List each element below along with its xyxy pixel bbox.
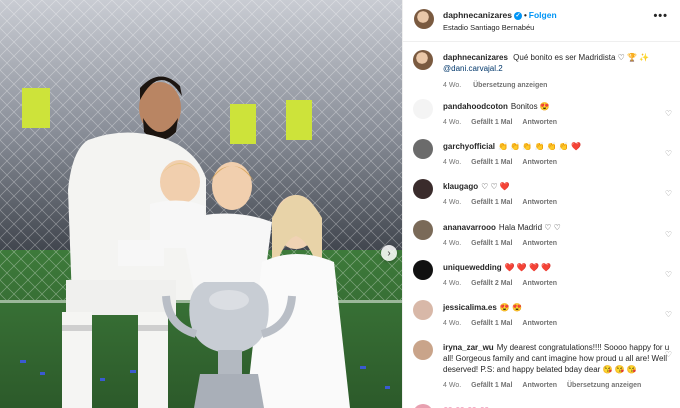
caption-emojis: ♡ 🏆 ✨: [617, 53, 650, 62]
reply-button[interactable]: Antworten: [522, 240, 557, 247]
comment-avatar[interactable]: [413, 220, 433, 240]
comment-time: 4 Wo.: [443, 320, 462, 327]
comment-username[interactable]: iryna_zar_wu: [443, 343, 494, 352]
separator-dot: •: [523, 11, 527, 20]
translate-button[interactable]: Übersetzung anzeigen: [567, 382, 641, 389]
comment-username[interactable]: garchyofficial: [443, 142, 495, 151]
post-side-panel: daphnecanizares ✓ • Folgen Estadio Santiago…: [402, 0, 680, 408]
comment-likes[interactable]: Gefällt 1 Mal: [471, 199, 512, 206]
comment-time: 4 Wo.: [443, 199, 462, 206]
comment-time: 4 Wo.: [443, 280, 462, 287]
reply-button[interactable]: Antworten: [522, 320, 557, 327]
heart-outline-icon[interactable]: ♡: [665, 270, 672, 279]
comment-time: 4 Wo.: [443, 240, 462, 247]
caption-avatar[interactable]: [413, 50, 433, 70]
comment-time: 4 Wo.: [443, 159, 462, 166]
heart-outline-icon[interactable]: ♡: [665, 350, 672, 359]
comment-meta: 4 Wo. Gefällt 2 Mal Antworten: [443, 278, 674, 289]
comment-time: 4 Wo.: [443, 382, 462, 389]
comment-avatar[interactable]: [413, 404, 433, 408]
comment-likes[interactable]: Gefällt 2 Mal: [471, 280, 512, 287]
comment-time: 4 Wo.: [443, 119, 462, 126]
caption-text: Qué bonito es ser Madridista: [513, 53, 616, 62]
reply-button[interactable]: Antworten: [522, 159, 557, 166]
comment-emojis: ♡ ♡: [544, 223, 561, 232]
comment-text: Hala Madrid: [498, 223, 543, 232]
post-header: daphnecanizares ✓ • Folgen Estadio Santiago…: [403, 0, 680, 42]
comment-meta: 4 Wo. Gefällt 1 Mal Antworten: [443, 238, 674, 249]
comment-username[interactable]: klaugago: [443, 182, 478, 191]
comment-username[interactable]: uniquewedding: [443, 263, 502, 272]
comment-username[interactable]: ananavarrooo: [443, 223, 496, 232]
reply-button[interactable]: Antworten: [522, 199, 557, 206]
comment-meta: 4 Wo. Gefällt 1 Mal Antworten: [443, 157, 674, 168]
reply-button[interactable]: Antworten: [522, 382, 557, 389]
comment-avatar[interactable]: [413, 340, 433, 360]
comment-meta: 4 Wo. Gefällt 1 Mal Antworten Übersetzung a…: [443, 380, 674, 391]
comment-meta: 4 Wo. Gefällt 1 Mal Antworten: [443, 117, 674, 128]
chevron-right-icon: ›: [387, 247, 391, 259]
comment-emojis: 😘 😘 😘: [602, 365, 637, 374]
comment-avatar[interactable]: [413, 179, 433, 199]
comment-emojis: 👏 👏 👏 👏 👏 👏 ❤️: [498, 142, 582, 151]
comment-text: Bonitos: [510, 102, 538, 111]
comment-avatar[interactable]: [413, 300, 433, 320]
comment-emojis: 😍: [539, 102, 550, 111]
reply-button[interactable]: Antworten: [522, 119, 557, 126]
caption-username[interactable]: daphnecanizares: [443, 53, 508, 62]
reply-button[interactable]: Antworten: [522, 280, 557, 287]
comment-likes[interactable]: Gefällt 1 Mal: [471, 119, 512, 126]
comment-avatar[interactable]: [413, 139, 433, 159]
heart-outline-icon[interactable]: ♡: [665, 310, 672, 319]
comment-emojis: ❤️ ❤️ ❤️ ❤️: [504, 263, 552, 272]
author-avatar[interactable]: [414, 9, 434, 29]
heart-outline-icon[interactable]: ♡: [665, 230, 672, 239]
comments-list[interactable]: daphnecanizares Qué bonito es ser Madrid…: [403, 42, 680, 408]
verified-badge-icon: ✓: [513, 11, 522, 20]
follow-button[interactable]: Folgen: [529, 10, 557, 20]
post-location[interactable]: Estadio Santiago Bernabéu: [443, 23, 534, 32]
comment-emojis: ♡ ♡ ❤️: [481, 182, 510, 191]
caption-mention[interactable]: @dani.carvajal.2: [443, 64, 503, 73]
comment-username[interactable]: pandahoodcoton: [443, 102, 508, 111]
comment-meta: 4 Wo. Gefällt 1 Mal Antworten: [443, 318, 674, 329]
comment-likes[interactable]: Gefällt 1 Mal: [471, 159, 512, 166]
next-image-button[interactable]: ›: [381, 245, 397, 261]
comment-username[interactable]: jessicalima.es: [443, 303, 497, 312]
comment-likes[interactable]: Gefällt 1 Mal: [471, 240, 512, 247]
heart-outline-icon[interactable]: ♡: [665, 109, 672, 118]
heart-outline-icon[interactable]: ♡: [665, 189, 672, 198]
comment-avatar[interactable]: [413, 260, 433, 280]
comment-avatar[interactable]: [413, 99, 433, 119]
caption-time: 4 Wo.: [443, 82, 462, 89]
author-line: daphnecanizares ✓ • Folgen: [443, 10, 557, 20]
comment-emojis: 😍 😍: [499, 303, 522, 312]
author-username[interactable]: daphnecanizares: [443, 10, 512, 20]
comment-likes[interactable]: Gefällt 1 Mal: [471, 382, 512, 389]
comment-likes[interactable]: Gefällt 1 Mal: [471, 320, 512, 327]
post-photo[interactable]: ›: [0, 0, 402, 408]
comment-meta: 4 Wo. Gefällt 1 Mal Antworten: [443, 197, 674, 208]
caption-translate[interactable]: Übersetzung anzeigen: [473, 82, 547, 89]
heart-outline-icon[interactable]: ♡: [665, 149, 672, 158]
more-options-icon[interactable]: •••: [653, 10, 668, 22]
